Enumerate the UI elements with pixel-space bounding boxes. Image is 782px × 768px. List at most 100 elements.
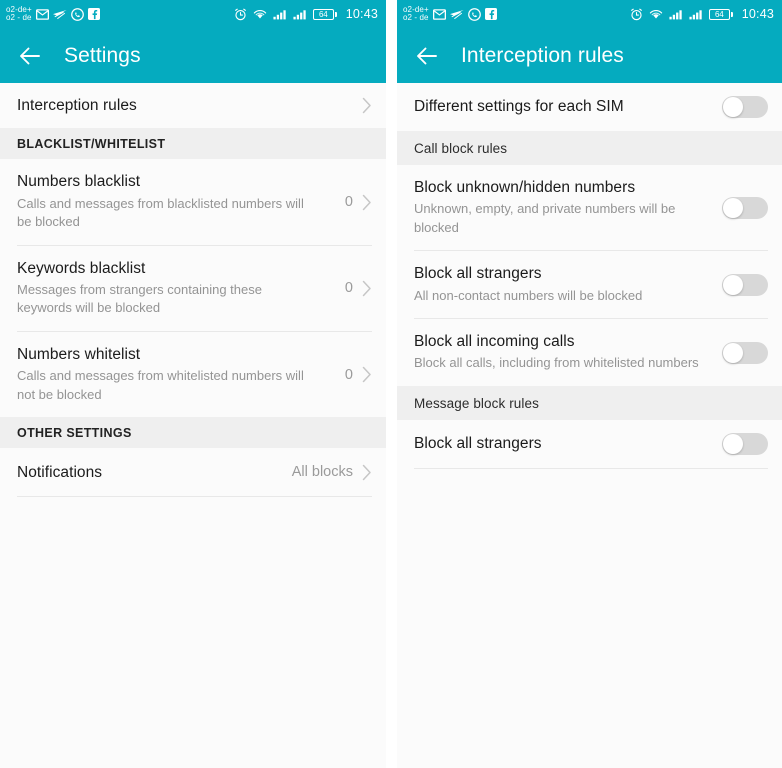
toggle-different-settings-each-sim[interactable] <box>722 96 768 118</box>
status-clock: 10:43 <box>741 7 774 21</box>
notification-icons <box>35 7 100 21</box>
list-item-block-all-strangers-messages[interactable]: Block all strangers <box>397 419 782 468</box>
row-title: Numbers whitelist <box>17 345 141 363</box>
chevron-right-icon <box>362 280 371 297</box>
row-subtitle: Unknown, empty, and private numbers will… <box>414 201 676 235</box>
chevron-right-icon <box>362 97 371 114</box>
row-subtitle: Calls and messages from whitelisted numb… <box>17 368 304 402</box>
battery-level: 64 <box>318 9 328 19</box>
battery-icon: 64 <box>708 8 733 20</box>
row-title: Interception rules <box>17 97 137 114</box>
wifi-icon <box>649 9 662 19</box>
mail-icon <box>35 8 49 20</box>
row-accessory <box>714 96 768 118</box>
paper-plane-icon <box>449 9 464 19</box>
signal-icon <box>293 9 306 19</box>
right-phone-screen: o2-de+ o2 - de 64 10:43 Interception rul… <box>397 0 782 768</box>
list-item-block-all-strangers-calls[interactable]: Block all strangers All non-contact numb… <box>397 251 782 319</box>
row-title: Block all strangers <box>414 435 542 453</box>
list-item-keywords-blacklist[interactable]: Keywords blacklist Messages from strange… <box>0 245 386 331</box>
panel-separator <box>386 0 397 768</box>
back-arrow-icon[interactable] <box>414 43 440 69</box>
row-accessory: 0 <box>337 194 372 211</box>
alarm-icon <box>630 7 642 20</box>
facebook-icon <box>484 8 497 20</box>
signal-icon <box>689 9 702 19</box>
wifi-icon <box>253 9 266 19</box>
left-phone-screen: o2-de+ o2 - de 64 10:43 Settings Interce… <box>0 0 386 768</box>
battery-level: 64 <box>714 9 724 19</box>
row-accessory <box>714 341 768 364</box>
carrier-line-2: o2 - de <box>403 13 429 22</box>
paper-plane-icon <box>52 9 67 19</box>
status-clock: 10:43 <box>345 7 378 21</box>
signal-icon <box>669 9 682 19</box>
row-subtitle: Messages from strangers containing these… <box>17 282 262 316</box>
row-title: Notifications <box>17 463 103 481</box>
row-subtitle: Calls and messages from blacklisted numb… <box>17 195 304 230</box>
row-count: 0 <box>344 366 353 383</box>
toggle-block-all-incoming-calls[interactable] <box>722 341 768 364</box>
dual-screenshot-container: o2-de+ o2 - de 64 10:43 Settings Interce… <box>0 0 782 768</box>
row-title: Keywords blacklist <box>17 259 146 277</box>
back-arrow-icon[interactable] <box>17 43 43 69</box>
battery-icon: 64 <box>312 8 337 20</box>
section-header-message-block-rules: Message block rules <box>397 385 782 420</box>
page-title: Settings <box>64 43 141 67</box>
carrier-labels: o2-de+ o2 - de <box>403 5 429 23</box>
list-item-block-unknown-hidden-numbers[interactable]: Block unknown/hidden numbers Unknown, em… <box>397 165 782 251</box>
list-item-notifications[interactable]: Notifications All blocks <box>0 448 386 497</box>
status-bar-right: o2-de+ o2 - de 64 10:43 <box>397 0 782 28</box>
row-title: Block all incoming calls <box>414 333 575 351</box>
carrier-labels: o2-de+ o2 - de <box>6 5 32 23</box>
carrier-line-2: o2 - de <box>6 13 32 22</box>
row-title: Block all strangers <box>414 265 542 283</box>
section-header-call-block-rules: Call block rules <box>397 131 782 165</box>
signal-icon <box>273 9 286 19</box>
toggle-block-unknown-hidden-numbers[interactable] <box>722 196 768 219</box>
toggle-block-all-strangers-messages[interactable] <box>722 432 768 455</box>
row-accessory: All blocks <box>284 464 372 481</box>
row-count: 0 <box>344 280 353 297</box>
whatsapp-icon <box>467 7 481 21</box>
divider <box>17 496 372 498</box>
list-item-block-all-incoming-calls[interactable]: Block all incoming calls Block all calls… <box>397 319 782 386</box>
alarm-icon <box>234 7 246 20</box>
chevron-right-icon <box>362 194 371 210</box>
whatsapp-icon <box>70 7 84 21</box>
row-value: All blocks <box>291 464 353 481</box>
system-icons: 64 10:43 <box>630 7 774 21</box>
list-item-numbers-blacklist[interactable]: Numbers blacklist Calls and messages fro… <box>0 159 386 245</box>
divider <box>414 467 768 469</box>
right-settings-list: Different settings for each SIM Call blo… <box>397 83 782 768</box>
list-item-different-settings-each-sim[interactable]: Different settings for each SIM <box>397 83 782 131</box>
row-subtitle: Block all calls, including from whitelis… <box>414 355 699 371</box>
row-title: Block unknown/hidden numbers <box>414 179 636 196</box>
right-app-bar: Interception rules <box>397 28 782 83</box>
notification-icons <box>432 7 497 21</box>
chevron-right-icon <box>362 464 371 480</box>
row-count: 0 <box>344 194 353 211</box>
mail-icon <box>432 8 446 20</box>
row-accessory <box>714 273 768 296</box>
list-item-numbers-whitelist[interactable]: Numbers whitelist Calls and messages fro… <box>0 331 386 418</box>
sidebar-item-interception-rules[interactable]: Interception rules <box>0 83 386 129</box>
section-header-other-settings: OTHER SETTINGS <box>0 417 386 449</box>
system-icons: 64 10:43 <box>234 7 378 21</box>
chevron-right-icon <box>362 366 371 383</box>
row-accessory <box>714 432 768 455</box>
row-accessory <box>354 97 372 114</box>
facebook-icon <box>87 8 100 20</box>
status-bar-left: o2-de+ o2 - de 64 10:43 <box>0 0 386 28</box>
row-title: Numbers blacklist <box>17 173 141 191</box>
page-title: Interception rules <box>461 43 624 67</box>
toggle-block-all-strangers-calls[interactable] <box>722 273 768 296</box>
row-accessory <box>714 196 768 219</box>
row-accessory: 0 <box>337 280 372 297</box>
left-app-bar: Settings <box>0 28 386 83</box>
row-subtitle: All non-contact numbers will be blocked <box>414 287 643 303</box>
section-header-blacklist-whitelist: BLACKLIST/WHITELIST <box>0 128 386 160</box>
row-accessory: 0 <box>337 366 372 383</box>
left-settings-list: Interception rules BLACKLIST/WHITELIST N… <box>0 83 386 768</box>
row-title: Different settings for each SIM <box>414 98 624 116</box>
